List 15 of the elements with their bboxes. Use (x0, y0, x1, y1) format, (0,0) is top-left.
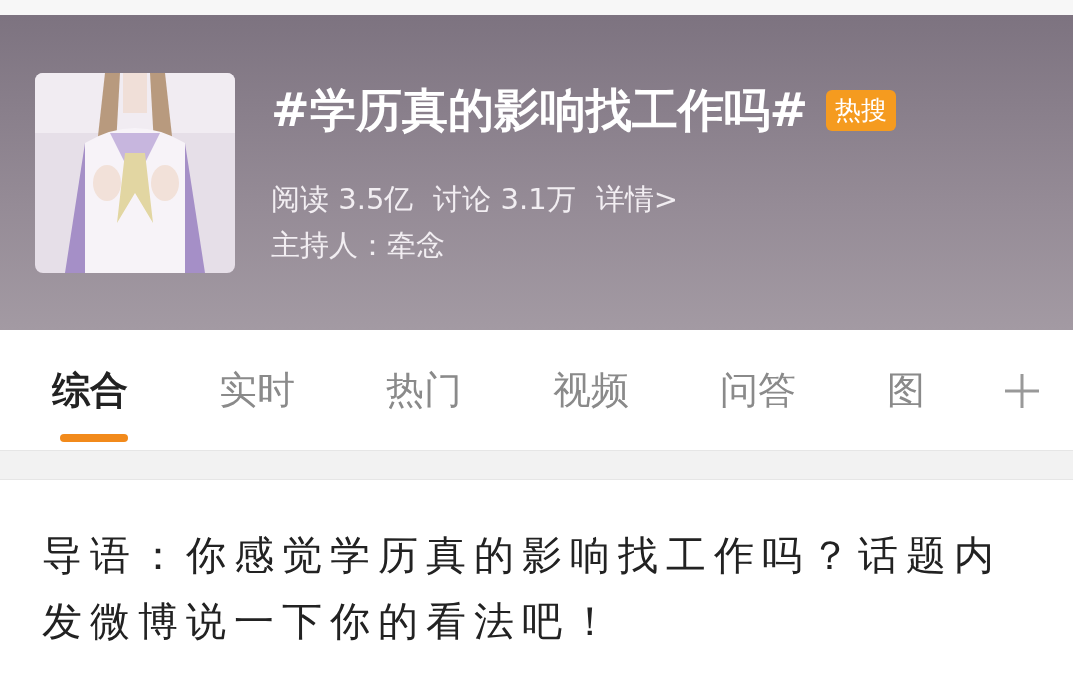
tab[interactable]: 热门 (386, 330, 553, 450)
tab[interactable]: 问答 (720, 330, 887, 450)
plus-icon[interactable] (1003, 372, 1041, 410)
intro-text: 导语：你感觉学历真的影响找工作吗？话题内发微博说一下你的看法吧！ (41, 531, 1003, 646)
tab[interactable]: 综合 (52, 330, 219, 450)
tab[interactable]: 实时 (219, 330, 386, 450)
hot-badge: 热搜 (826, 90, 897, 131)
host-text: 主持人：牵念 (271, 226, 446, 264)
details-link[interactable]: 详情> (595, 179, 678, 220)
stat-text: 讨论 3.1万 (433, 180, 576, 218)
stat-text: 阅读 3.5亿 (271, 180, 414, 218)
topic-title: #学历真的影响找工作吗# (271, 81, 809, 139)
tab[interactable]: 视频 (553, 330, 720, 450)
tab-underline (60, 434, 128, 442)
tab[interactable]: 图 (887, 330, 1054, 450)
